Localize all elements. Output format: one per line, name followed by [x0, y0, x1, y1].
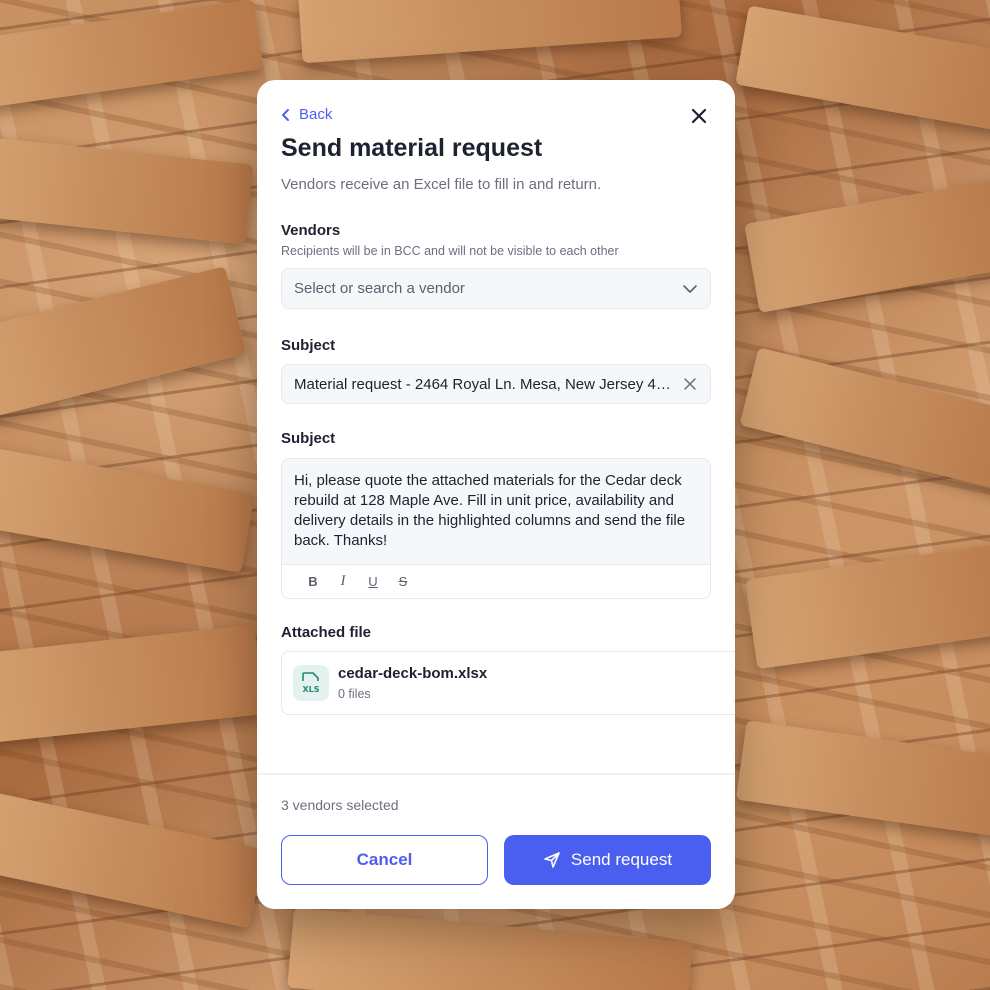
- attachment-label: Attached file: [281, 624, 372, 641]
- dialog-subtitle: Vendors receive an Excel file to fill in…: [281, 176, 602, 193]
- dialog-footer: 3 vendors selected Cancel Send request: [257, 773, 735, 909]
- message-editor[interactable]: Hi, please quote the attached materials …: [281, 458, 711, 599]
- send-request-button[interactable]: Send request: [504, 835, 711, 885]
- xls-icon-text: XLS: [302, 685, 319, 694]
- message-label: Subject: [281, 430, 336, 447]
- wood-plank: [0, 791, 266, 929]
- wood-plank: [0, 447, 255, 573]
- underline-button[interactable]: U: [358, 570, 388, 594]
- italic-button[interactable]: I: [328, 570, 358, 594]
- back-label: Back: [299, 106, 333, 123]
- vendors-hint: Recipients will be in BCC and will not b…: [281, 244, 619, 258]
- wood-plank: [0, 0, 264, 111]
- dialog-title: Send material request: [281, 134, 543, 162]
- vendor-select[interactable]: Select or search a vendor: [281, 268, 711, 309]
- xls-icon: XLS: [302, 672, 320, 694]
- excel-file-icon: XLS: [293, 665, 329, 701]
- cancel-button[interactable]: Cancel: [281, 835, 488, 885]
- vendor-select-placeholder: Select or search a vendor: [294, 280, 465, 297]
- subject-input[interactable]: Material request - 2464 Royal Ln. Mesa, …: [281, 364, 711, 404]
- send-icon: [544, 852, 560, 868]
- wood-plank: [739, 347, 990, 493]
- formatting-toolbar: B I U S: [282, 564, 710, 598]
- wood-plank: [0, 624, 264, 746]
- close-button[interactable]: [689, 106, 709, 126]
- strikethrough-button[interactable]: S: [388, 570, 418, 594]
- message-textarea[interactable]: Hi, please quote the attached materials …: [282, 459, 710, 565]
- file-count: 0 files: [338, 687, 371, 701]
- chevron-down-icon: [683, 285, 697, 293]
- cancel-label: Cancel: [356, 850, 413, 869]
- clear-icon[interactable]: [684, 378, 696, 390]
- wood-plank: [0, 266, 247, 424]
- material-request-dialog: Back Send material request Vendors recei…: [257, 80, 735, 909]
- chevron-left-icon: [282, 108, 289, 121]
- vendors-label: Vendors: [281, 222, 341, 239]
- wood-plank: [0, 135, 254, 245]
- selected-vendors-count: 3 vendors selected: [281, 797, 399, 813]
- file-name: cedar-deck-bom.xlsx: [338, 665, 488, 682]
- back-button[interactable]: Back: [281, 106, 332, 123]
- attached-file-card[interactable]: XLS cedar-deck-bom.xlsx 0 files: [281, 651, 735, 715]
- wood-plank: [744, 177, 990, 313]
- subject-value: Material request - 2464 Royal Ln. Mesa, …: [294, 375, 679, 393]
- subject-label: Subject: [281, 337, 336, 354]
- send-label: Send request: [570, 850, 673, 869]
- wood-plank: [287, 907, 693, 990]
- wood-plank: [745, 540, 990, 670]
- wood-plank: [298, 0, 682, 64]
- bold-button[interactable]: B: [298, 570, 328, 594]
- close-icon: [691, 108, 707, 124]
- wood-plank: [735, 720, 990, 840]
- wood-plank: [735, 5, 990, 135]
